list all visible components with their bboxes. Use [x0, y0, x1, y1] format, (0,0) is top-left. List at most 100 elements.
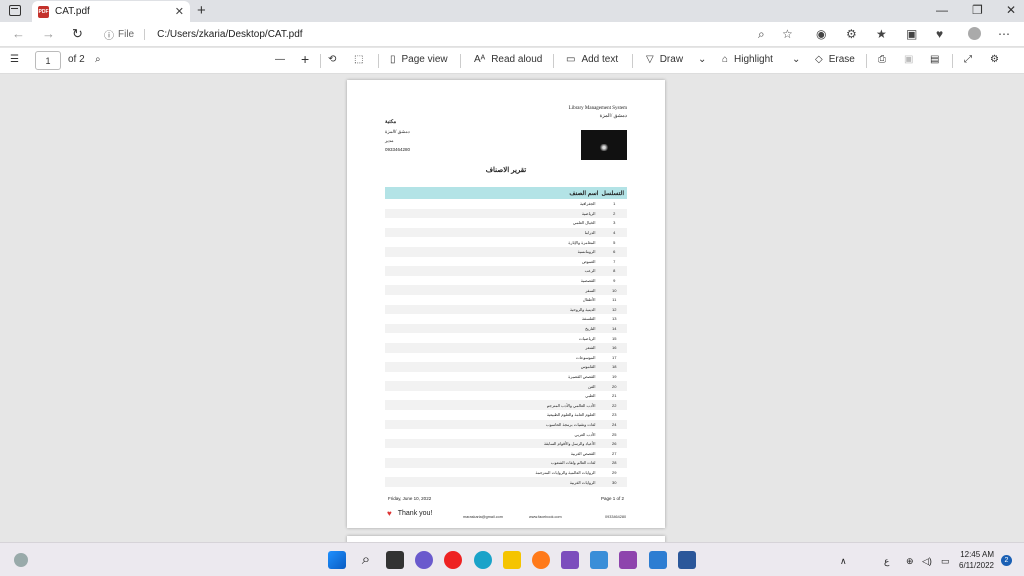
row-serial: 20: [601, 381, 627, 391]
search-icon[interactable]: ⌕: [357, 551, 375, 569]
app-icon[interactable]: [590, 551, 608, 569]
close-window-icon[interactable]: ✕: [1006, 3, 1016, 17]
page-number-input[interactable]: 1: [35, 51, 61, 70]
row-category-name: الفن: [385, 381, 602, 391]
contents-icon[interactable]: ☰: [10, 54, 19, 65]
extensions-puzzle-icon[interactable]: ⚙: [846, 27, 857, 41]
row-category-name: الرومانسية: [385, 246, 602, 257]
row-serial: 9: [613, 278, 616, 284]
table-row: 3 الخيال العلمي: [385, 218, 627, 228]
new-tab-icon[interactable]: +: [197, 2, 206, 19]
start-icon[interactable]: [328, 551, 346, 569]
row-serial: 15: [612, 335, 617, 341]
firefox-icon[interactable]: [532, 551, 550, 569]
zoom-out-icon[interactable]: —: [275, 54, 285, 65]
save-as-icon[interactable]: ▤: [930, 54, 939, 65]
file-explorer-icon[interactable]: [503, 551, 521, 569]
desktop-app-icon[interactable]: [649, 551, 667, 569]
draw-button[interactable]: ▽ Draw: [646, 54, 683, 65]
thank-you-text: Thank you!: [397, 510, 433, 517]
tray-chevron-icon[interactable]: ∧: [840, 556, 847, 567]
zoom-in-icon[interactable]: +: [301, 51, 309, 67]
row-serial: 23: [612, 412, 617, 418]
collections-icon[interactable]: ▣: [906, 27, 917, 41]
word-icon[interactable]: [678, 551, 696, 569]
row-category-name: القاموس: [385, 362, 602, 372]
opera-icon[interactable]: [444, 551, 462, 569]
erase-label: Erase: [828, 54, 855, 65]
clock-time: 12:45 AM: [960, 550, 994, 559]
clock[interactable]: 12:45 AM 6/11/2022: [959, 549, 994, 571]
pdf-page-1: Library Management System دمشق /المزة مك…: [347, 80, 665, 528]
back-icon[interactable]: ←: [12, 26, 25, 41]
visual-studio-icon[interactable]: [561, 551, 579, 569]
page-view-button[interactable]: ▯ Page view: [390, 54, 448, 65]
table-row: 14 التاريخ: [385, 323, 627, 334]
info-icon[interactable]: ⓘ: [104, 27, 114, 42]
tab-actions-icon[interactable]: [9, 5, 21, 16]
chat-icon[interactable]: [415, 551, 433, 569]
rotate-icon[interactable]: ⟲: [328, 54, 336, 65]
visual-studio-2-icon[interactable]: [619, 551, 637, 569]
heart-icon: ♥: [387, 509, 392, 518]
profile-avatar[interactable]: [968, 27, 981, 40]
draw-label: Draw: [659, 54, 684, 65]
draw-options-chevron-icon[interactable]: ⌄: [698, 54, 706, 65]
edge-icon[interactable]: [474, 551, 492, 569]
table-row: 23 العلوم العامة والعلوم الطبيعية: [385, 410, 627, 420]
save-icon[interactable]: ▣: [904, 54, 913, 65]
footer-page: Page 1 of 2: [600, 496, 624, 501]
network-icon[interactable]: ⊕: [906, 556, 914, 567]
volume-icon[interactable]: ◁): [922, 556, 932, 567]
row-category-name: الغموض: [581, 258, 596, 264]
row-serial: 24: [601, 419, 627, 430]
forward-icon[interactable]: →: [42, 26, 55, 41]
row-category-name: الروايات العالمية والروايات المترجمة: [535, 469, 596, 475]
read-aloud-button[interactable]: Aᴬ Read aloud: [474, 54, 542, 65]
fullscreen-icon[interactable]: ⤢: [964, 54, 972, 65]
left-city: دمشق /المزة: [385, 129, 410, 134]
favorites-icon[interactable]: ★: [876, 27, 887, 41]
more-menu-icon[interactable]: ⋯: [998, 27, 1010, 41]
fit-page-icon[interactable]: ⬚: [354, 54, 363, 65]
find-icon[interactable]: ⌕: [95, 54, 101, 65]
battery-icon[interactable]: ▭: [941, 556, 950, 567]
health-icon[interactable]: ♥: [936, 27, 943, 41]
table-row: 24 لغات وتقنيات برمجة الحاسوب: [385, 419, 627, 430]
tab-cat-pdf[interactable]: PDF CAT.pdf ✕: [32, 1, 190, 22]
row-category-name: الطبي: [585, 393, 596, 399]
row-serial: 26: [601, 438, 627, 449]
settings-gear-icon[interactable]: ⚙: [990, 54, 999, 65]
favorite-star-icon[interactable]: ☆: [782, 27, 793, 41]
refresh-icon[interactable]: ↻: [72, 26, 83, 42]
weather-icon[interactable]: [14, 553, 28, 567]
row-serial: 19: [612, 373, 617, 379]
row-category-name: القصص القصيرة: [568, 373, 596, 379]
highlight-button[interactable]: ⌂ Highlight: [722, 54, 773, 65]
read-aloud-icon: Aᴬ: [474, 54, 486, 65]
row-category-name: المغامرة والإثارة: [568, 239, 596, 245]
print-icon[interactable]: ⎙: [878, 54, 886, 65]
table-row: 22 الأدب العالمي والأدب المترجم: [385, 400, 627, 411]
table-row: 6 الرومانسية: [385, 246, 627, 257]
highlight-options-chevron-icon[interactable]: ⌄: [792, 54, 800, 65]
input-language[interactable]: ع: [884, 556, 889, 567]
close-tab-icon[interactable]: ✕: [175, 5, 184, 18]
erase-button[interactable]: ◇ Erase: [815, 54, 855, 65]
add-text-button[interactable]: ▭ Add text: [566, 54, 618, 65]
extension-icon[interactable]: ◉: [816, 27, 826, 41]
row-serial: 4: [601, 227, 627, 238]
zoom-icon[interactable]: ⌕: [758, 27, 765, 42]
task-view-icon[interactable]: [386, 551, 404, 569]
page-view-label: Page view: [401, 54, 448, 65]
pdf-viewer[interactable]: Library Management System دمشق /المزة مك…: [0, 75, 1024, 548]
org-header: Library Management System دمشق /المزة: [569, 106, 627, 119]
row-category-name: التاريخ: [385, 323, 602, 334]
minimize-icon[interactable]: —: [936, 3, 948, 17]
row-category-name: الأعياد والرسل والأقوام السابقة: [385, 438, 602, 449]
library-logo: [581, 130, 627, 160]
maximize-icon[interactable]: ❐: [972, 3, 983, 17]
address-input[interactable]: ⓘ File C:/Users/zkaria/Desktop/CAT.pdf: [104, 25, 804, 44]
tab-title: CAT.pdf: [55, 6, 90, 17]
notification-badge[interactable]: 2: [1001, 555, 1012, 566]
